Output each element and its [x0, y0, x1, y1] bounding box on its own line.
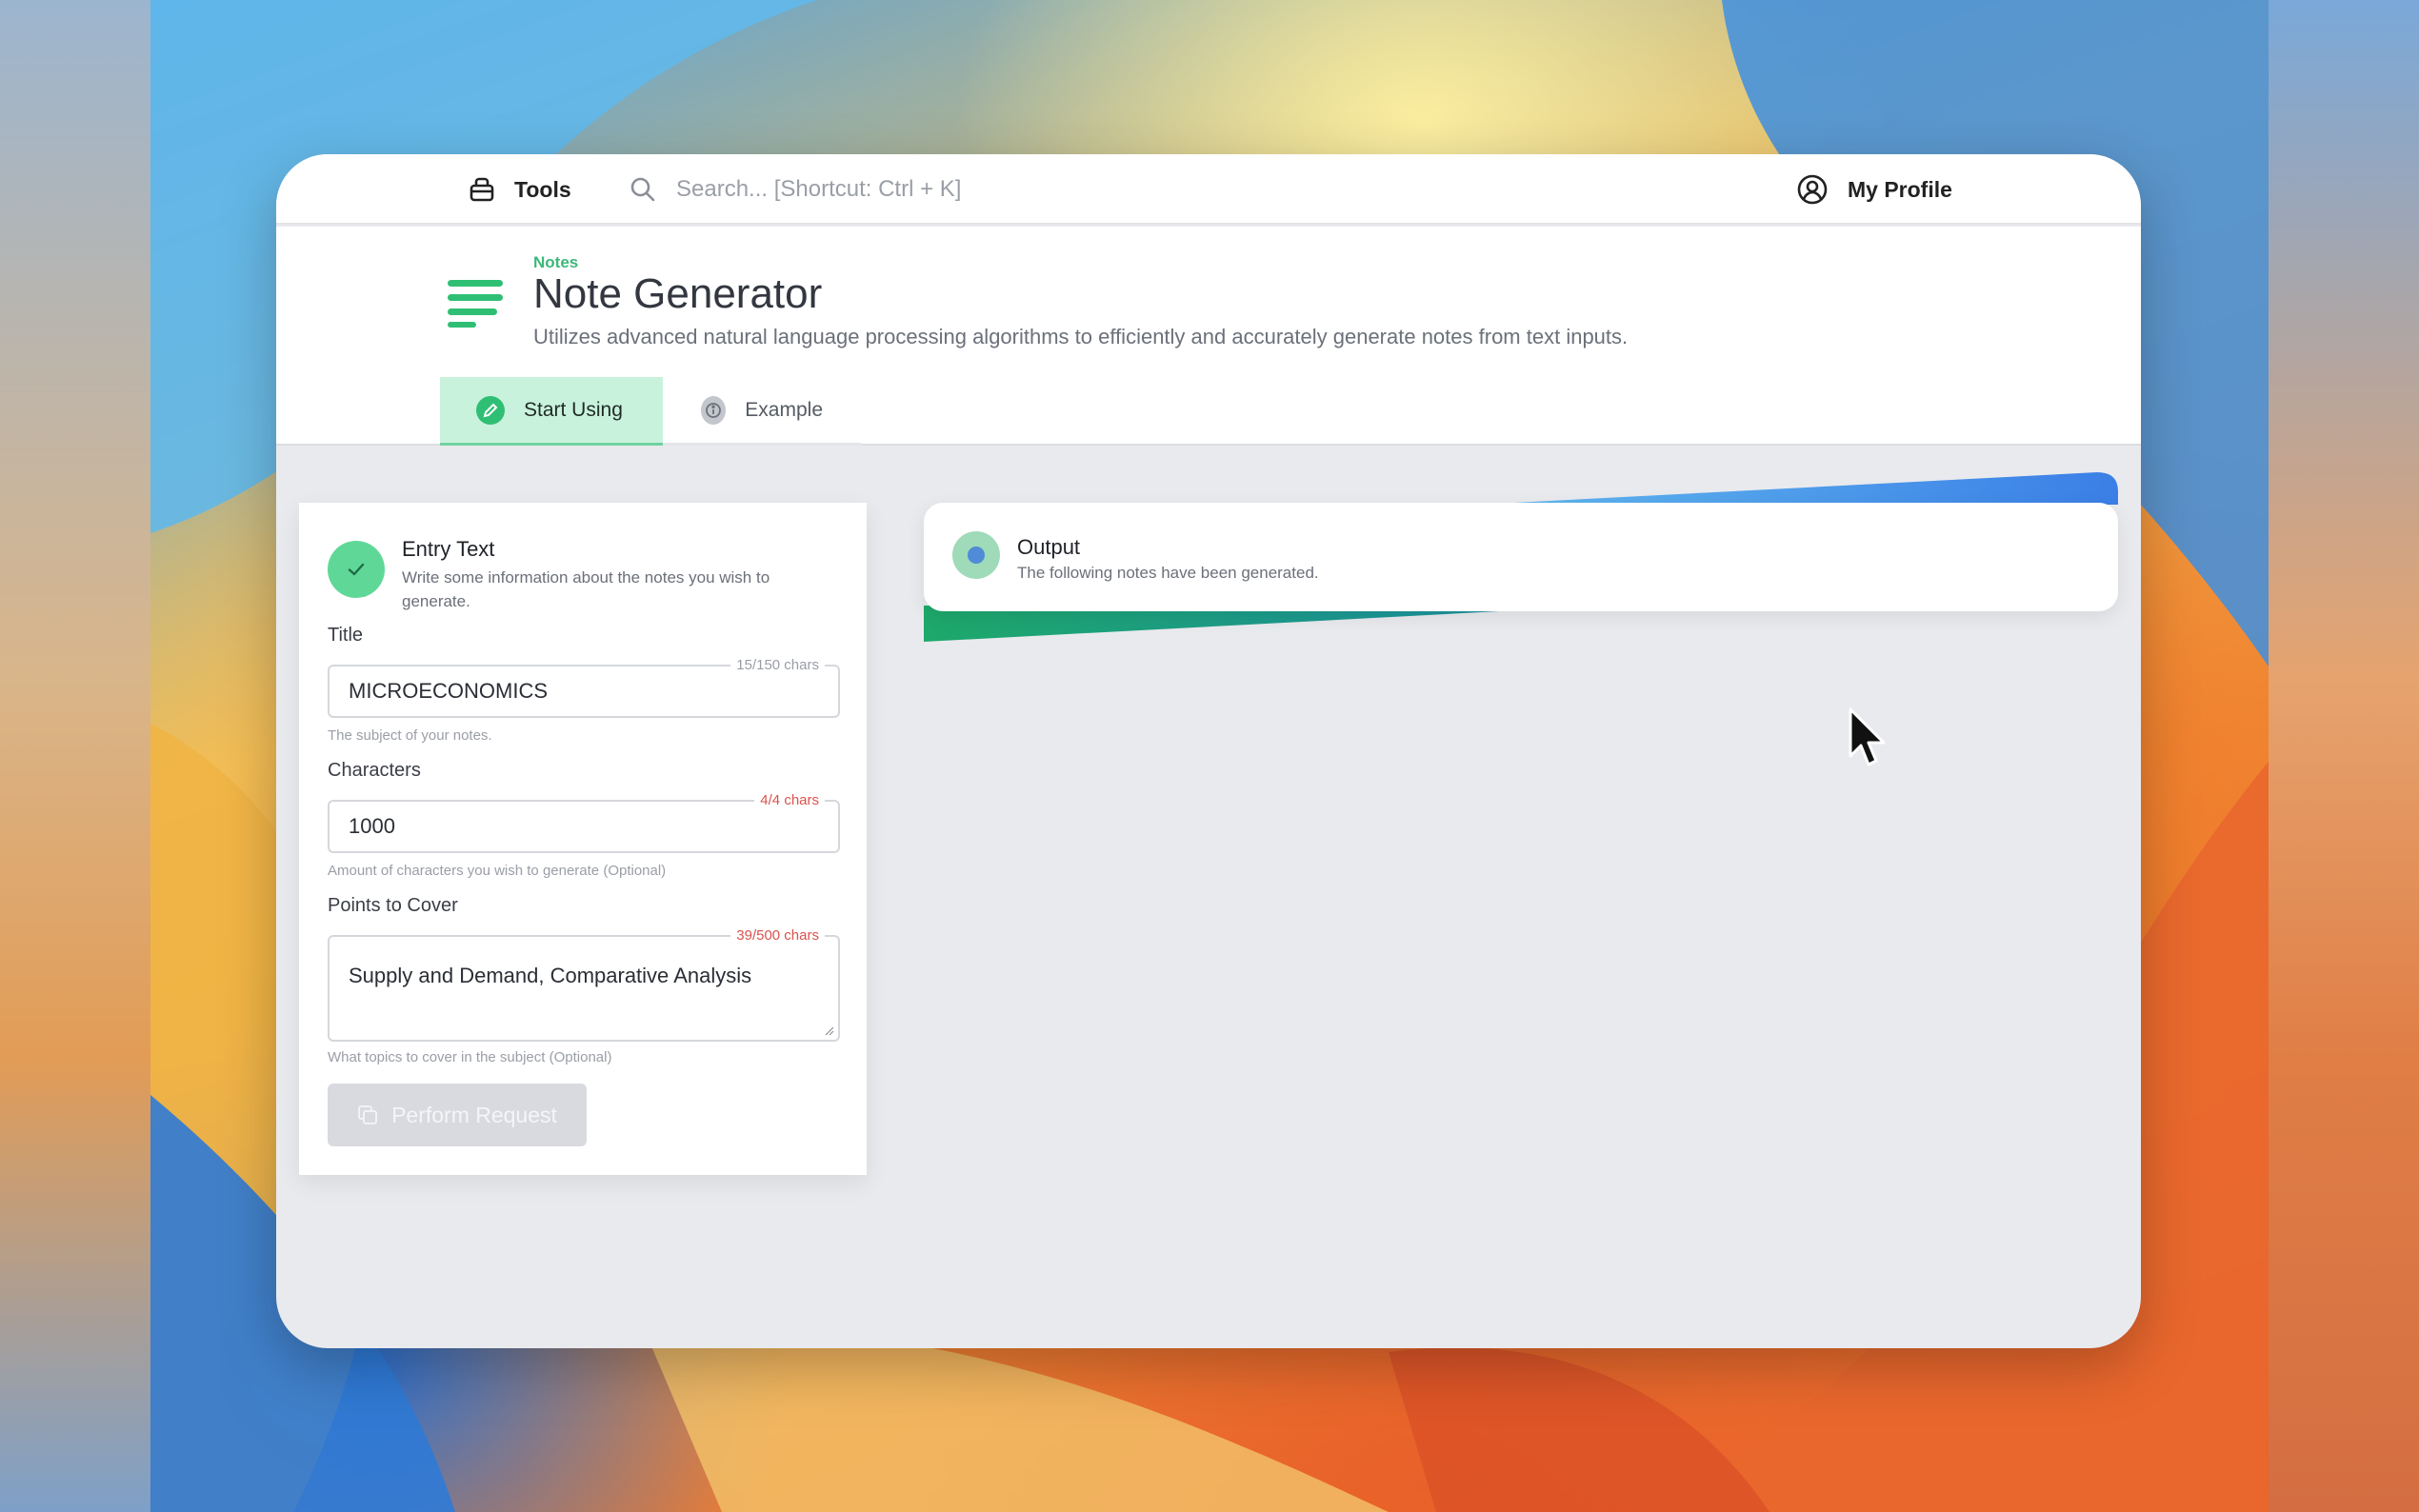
- points-to-cover-value: Supply and Demand, Comparative Analysis: [349, 964, 752, 987]
- top-navigation-bar: Tools My Profile: [276, 154, 2141, 225]
- search-input[interactable]: [676, 176, 1343, 203]
- output-card: Output The following notes have been gen…: [924, 503, 2118, 611]
- points-field-label: Points to Cover: [328, 895, 458, 916]
- checkmark-icon: [328, 541, 385, 598]
- characters-field-label: Characters: [328, 760, 421, 781]
- my-profile-button[interactable]: My Profile: [1796, 171, 1952, 208]
- resize-handle-icon[interactable]: [825, 1026, 834, 1036]
- wallpaper-right-edge: [2269, 0, 2419, 1512]
- info-icon: [701, 395, 727, 425]
- entry-card-title: Entry Text: [402, 537, 495, 561]
- user-circle-icon: [1797, 174, 1828, 205]
- title-helper-text: The subject of your notes.: [328, 727, 492, 744]
- tab-example-label: Example: [745, 398, 823, 421]
- copy-icon: [358, 1105, 377, 1124]
- notes-lines-icon: [448, 280, 503, 328]
- search-bar[interactable]: [629, 171, 1343, 208]
- points-char-counter: 39/500 chars: [730, 927, 825, 944]
- toolbox-icon: [470, 177, 494, 202]
- characters-helper-text: Amount of characters you wish to generat…: [328, 863, 667, 879]
- wallpaper-left-edge: [0, 0, 150, 1512]
- output-card-subtitle: The following notes have been generated.: [1017, 564, 1319, 582]
- tab-example[interactable]: Example: [663, 377, 861, 446]
- page-description: Utilizes advanced natural language proce…: [533, 325, 1629, 348]
- points-to-cover-textarea[interactable]: Supply and Demand, Comparative Analysis: [328, 935, 840, 1042]
- page-category: Notes: [533, 253, 579, 271]
- mouse-pointer-icon: [1849, 707, 1886, 766]
- pencil-icon: [476, 395, 505, 425]
- search-icon: [630, 177, 655, 202]
- entry-text-card: Entry Text Write some information about …: [299, 503, 867, 1175]
- title-char-counter: 15/150 chars: [730, 657, 825, 673]
- tools-label: Tools: [514, 176, 571, 202]
- tab-bar: Start Using Example: [440, 377, 861, 446]
- title-field-label: Title: [328, 625, 364, 646]
- characters-char-counter: 4/4 chars: [754, 792, 825, 808]
- points-helper-text: What topics to cover in the subject (Opt…: [328, 1049, 612, 1065]
- status-dot-icon: [952, 531, 1000, 579]
- output-card-title: Output: [1017, 535, 1081, 559]
- page-header: Notes Note Generator Utilizes advanced n…: [276, 227, 2141, 446]
- tab-start-using-label: Start Using: [524, 398, 623, 421]
- page-title: Note Generator: [533, 270, 823, 317]
- app-window: Tools My Profile Notes Note Gener: [276, 154, 2141, 1348]
- perform-request-label: Perform Request: [391, 1102, 557, 1127]
- profile-label: My Profile: [1848, 176, 1952, 202]
- entry-card-subtitle: Write some information about the notes y…: [402, 568, 770, 610]
- tab-start-using[interactable]: Start Using: [440, 377, 663, 446]
- perform-request-button[interactable]: Perform Request: [328, 1084, 587, 1146]
- tools-menu-button[interactable]: Tools: [467, 171, 571, 208]
